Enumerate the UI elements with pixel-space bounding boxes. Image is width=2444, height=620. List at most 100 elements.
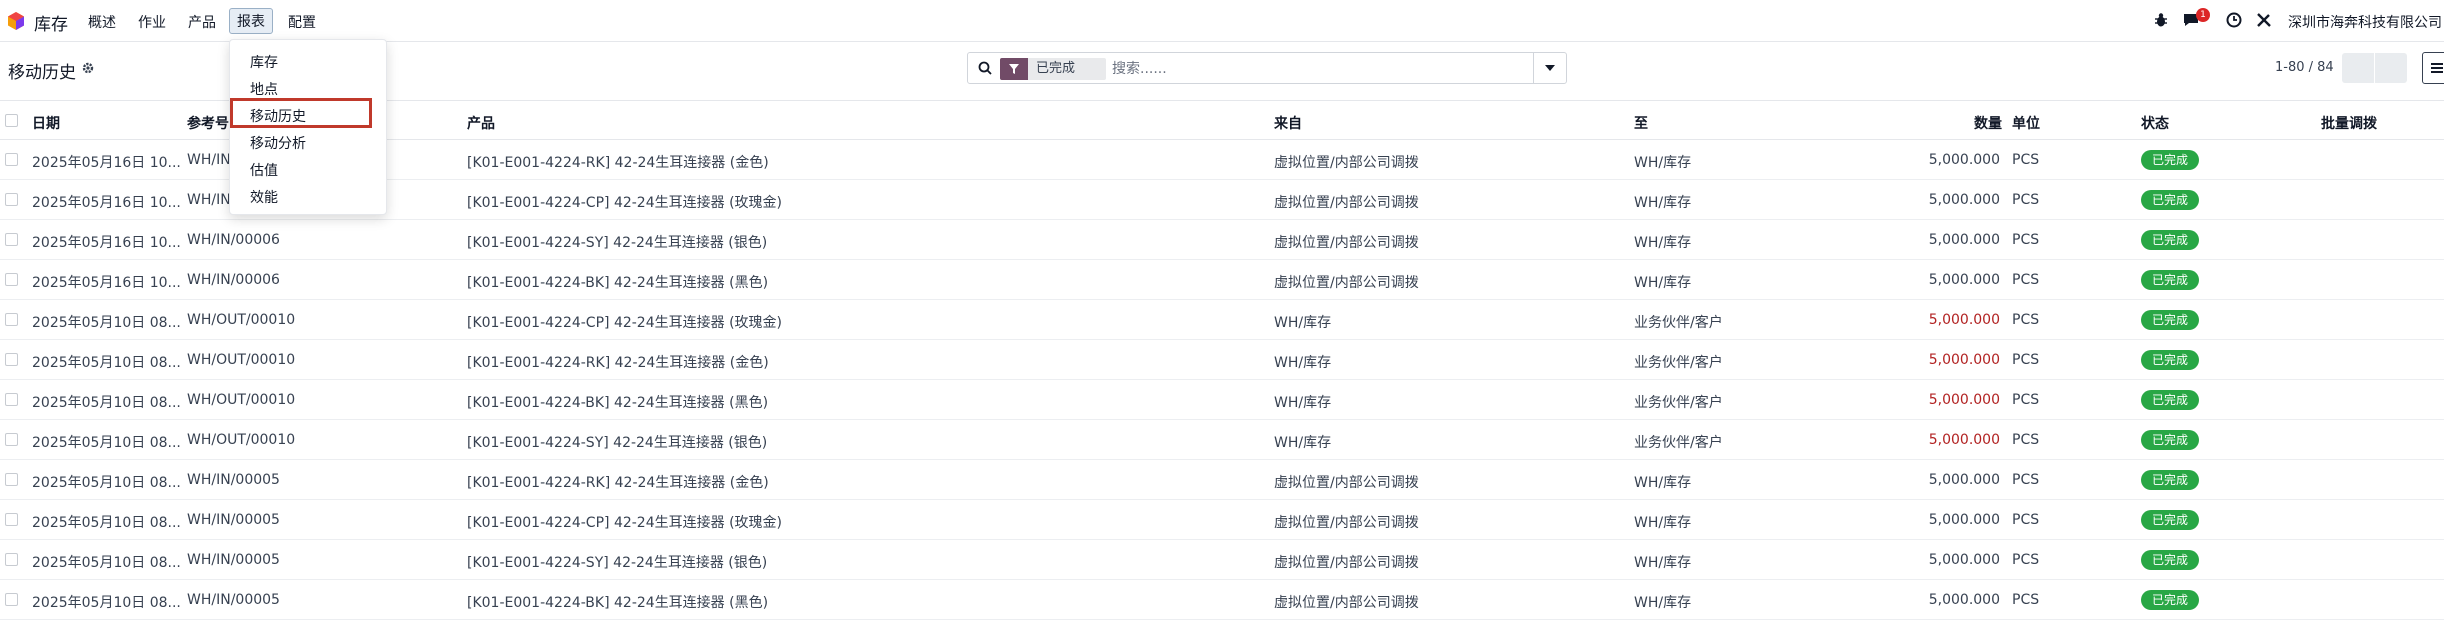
table-row[interactable]: 2025年05月10日 08... WH/IN/00005 [K01-E001-42…	[0, 580, 2444, 620]
cell-reference: WH/IN/00006	[187, 272, 280, 288]
cell-reference: WH/IN/00006	[187, 232, 280, 248]
row-checkbox[interactable]	[5, 473, 18, 486]
menu-overview[interactable]: 概述	[88, 12, 116, 32]
company-switcher[interactable]: 深圳市海奔科技有限公司	[2288, 12, 2442, 32]
cell-unit: PCS	[2012, 152, 2040, 168]
app-name[interactable]: 库存	[34, 10, 68, 35]
cell-from: WH/库存	[1274, 355, 1332, 371]
cell-date: 2025年05月10日 08...	[32, 515, 181, 531]
row-checkbox[interactable]	[5, 593, 18, 606]
row-checkbox[interactable]	[5, 433, 18, 446]
cell-reference: WH/OUT/00010	[187, 312, 296, 328]
table-row[interactable]: 2025年05月10日 08... WH/OUT/00010 [K01-E001-4…	[0, 300, 2444, 340]
row-checkbox[interactable]	[5, 153, 18, 166]
search-input[interactable]	[1110, 57, 1494, 81]
table-row[interactable]: 2025年05月16日 10... WH/IN/00006 [K01-E001-42…	[0, 220, 2444, 260]
cell-quantity: 5,000.000	[1928, 552, 2000, 568]
cell-product: [K01-E001-4224-BK] 42-24生耳连接器 (黑色)	[467, 275, 769, 291]
cell-from: 虚拟位置/内部公司调拨	[1274, 275, 1419, 291]
status-badge: 已完成	[2141, 190, 2200, 210]
menu-item-valuation[interactable]: 估值	[250, 160, 278, 180]
row-checkbox[interactable]	[5, 193, 18, 206]
cell-quantity: 5,000.000	[1928, 272, 2000, 288]
col-lot[interactable]: 批量调拨	[2321, 113, 2377, 133]
row-checkbox[interactable]	[5, 353, 18, 366]
cell-unit: PCS	[2012, 432, 2040, 448]
menu-reports[interactable]: 报表	[229, 8, 273, 34]
cell-product: [K01-E001-4224-RK] 42-24生耳连接器 (金色)	[467, 475, 769, 491]
col-to[interactable]: 至	[1634, 113, 1648, 133]
table-row[interactable]: 2025年05月10日 08... WH/IN/00005 [K01-E001-42…	[0, 500, 2444, 540]
cell-to: WH/库存	[1634, 195, 1692, 211]
table-row[interactable]: 2025年05月10日 08... WH/OUT/00010 [K01-E001-4…	[0, 340, 2444, 380]
status-badge: 已完成	[2141, 510, 2200, 530]
cell-from: 虚拟位置/内部公司调拨	[1274, 595, 1419, 611]
menu-configuration[interactable]: 配置	[288, 12, 316, 32]
table-row[interactable]: 2025年05月16日 10... WH/IN/00006 [K01-E001-42…	[0, 260, 2444, 300]
col-status[interactable]: 状态	[2141, 113, 2169, 133]
clock-icon[interactable]	[2226, 12, 2242, 28]
cell-date: 2025年05月16日 10...	[32, 155, 181, 171]
col-product[interactable]: 产品	[467, 113, 495, 133]
cell-quantity: 5,000.000	[1928, 432, 2000, 448]
cell-date: 2025年05月16日 10...	[32, 235, 181, 251]
page-title[interactable]: 移动历史	[8, 58, 76, 83]
cell-reference: WH/IN/00005	[187, 592, 280, 608]
col-reference[interactable]: 参考号	[187, 113, 229, 133]
cell-unit: PCS	[2012, 192, 2040, 208]
status-badge: 已完成	[2141, 590, 2200, 610]
menu-item-performance[interactable]: 效能	[250, 187, 278, 207]
menu-products[interactable]: 产品	[188, 12, 216, 32]
select-all-checkbox[interactable]	[5, 114, 18, 127]
cell-date: 2025年05月10日 08...	[32, 315, 181, 331]
row-checkbox[interactable]	[5, 233, 18, 246]
cell-reference: WH/IN	[187, 192, 231, 208]
status-badge: 已完成	[2141, 310, 2200, 330]
cell-product: [K01-E001-4224-SY] 42-24生耳连接器 (银色)	[467, 435, 768, 451]
row-checkbox[interactable]	[5, 313, 18, 326]
gear-icon[interactable]	[82, 62, 94, 74]
cell-from: 虚拟位置/内部公司调拨	[1274, 475, 1419, 491]
status-badge: 已完成	[2141, 270, 2200, 290]
cell-product: [K01-E001-4224-BK] 42-24生耳连接器 (黑色)	[467, 595, 769, 611]
cell-quantity: 5,000.000	[1928, 592, 2000, 608]
cell-to: 业务伙伴/客户	[1634, 435, 1723, 451]
bug-icon[interactable]	[2153, 12, 2169, 28]
table-row[interactable]: 2025年05月10日 08... WH/IN/00005 [K01-E001-42…	[0, 460, 2444, 500]
col-from[interactable]: 来自	[1274, 113, 1302, 133]
col-date[interactable]: 日期	[32, 113, 60, 133]
row-checkbox[interactable]	[5, 273, 18, 286]
pager-previous-button[interactable]	[2342, 53, 2374, 83]
pager-value[interactable]: 1-80 / 84	[2275, 60, 2334, 75]
menu-operations[interactable]: 作业	[138, 12, 166, 32]
col-quantity[interactable]: 数量	[1974, 113, 2002, 133]
filter-facet[interactable]: 已完成	[1000, 58, 1106, 80]
cell-from: 虚拟位置/内部公司调拨	[1274, 235, 1419, 251]
table-row[interactable]: 2025年05月10日 08... WH/IN/00005 [K01-E001-42…	[0, 540, 2444, 580]
menu-item-stock[interactable]: 库存	[250, 52, 278, 72]
search-icon[interactable]	[978, 61, 992, 75]
search-options-toggle[interactable]	[1533, 53, 1566, 83]
reports-dropdown: 库存 地点 移动历史 移动分析 估值 效能	[229, 39, 387, 215]
cell-from: WH/库存	[1274, 395, 1332, 411]
cell-to: WH/库存	[1634, 515, 1692, 531]
row-checkbox[interactable]	[5, 393, 18, 406]
tools-icon[interactable]	[2256, 12, 2272, 28]
cell-date: 2025年05月16日 10...	[32, 275, 181, 291]
row-checkbox[interactable]	[5, 513, 18, 526]
table-row[interactable]: 2025年05月10日 08... WH/OUT/00010 [K01-E001-4…	[0, 420, 2444, 460]
list-view-button[interactable]	[2422, 52, 2444, 84]
cell-reference: WH/IN/00005	[187, 512, 280, 528]
cell-from: 虚拟位置/内部公司调拨	[1274, 155, 1419, 171]
inventory-app-icon[interactable]	[6, 11, 26, 31]
col-unit[interactable]: 单位	[2012, 113, 2040, 133]
cell-unit: PCS	[2012, 312, 2040, 328]
menu-item-locations[interactable]: 地点	[250, 79, 278, 99]
cell-unit: PCS	[2012, 232, 2040, 248]
row-checkbox[interactable]	[5, 553, 18, 566]
menu-item-moves-analysis[interactable]: 移动分析	[250, 133, 306, 153]
cell-reference: WH/IN/00005	[187, 472, 280, 488]
pager-next-button[interactable]	[2375, 53, 2407, 83]
top-navbar: 库存 概述 作业 产品 报表 配置 1 深圳市海奔科技有限公司	[0, 0, 2444, 42]
table-row[interactable]: 2025年05月10日 08... WH/OUT/00010 [K01-E001-4…	[0, 380, 2444, 420]
